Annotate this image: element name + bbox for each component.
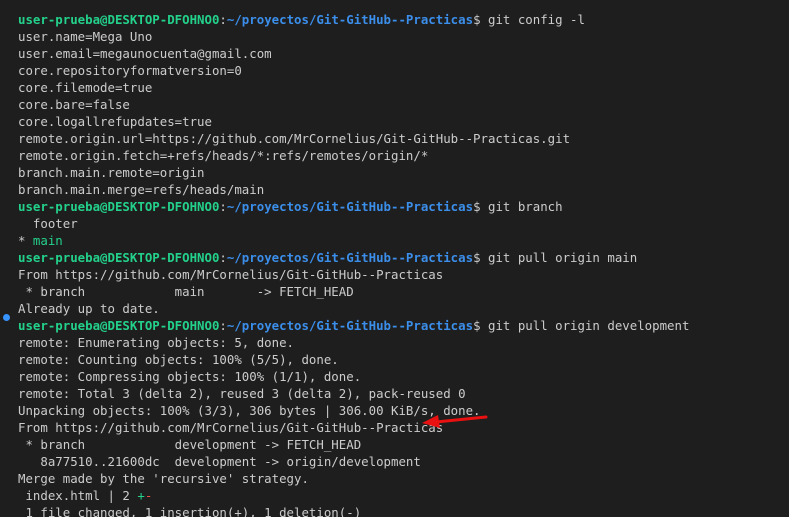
command-text: git pull origin main xyxy=(488,250,638,265)
output-line: footer xyxy=(18,215,789,232)
prompt-user: user-prueba@DESKTOP-DFOHNO0 xyxy=(18,250,220,265)
output-text: From https://github.com/MrCornelius/Git-… xyxy=(18,420,444,435)
output-line: remote: Compressing objects: 100% (1/1),… xyxy=(18,368,789,385)
prompt-line: user-prueba@DESKTOP-DFOHNO0:~/proyectos/… xyxy=(18,317,789,334)
output-text: + xyxy=(137,488,145,503)
output-line: Unpacking objects: 100% (3/3), 306 bytes… xyxy=(18,402,789,419)
output-line: * branch development -> FETCH_HEAD xyxy=(18,436,789,453)
command-decoration-dot-icon[interactable] xyxy=(3,314,10,321)
output-text: Unpacking objects: 100% (3/3), 306 bytes… xyxy=(18,403,481,418)
command-text: git branch xyxy=(488,199,563,214)
prompt-symbol: $ xyxy=(473,318,488,333)
output-text: core.repositoryformatversion=0 xyxy=(18,63,242,78)
output-line: core.logallrefupdates=true xyxy=(18,113,789,130)
output-text: - xyxy=(144,488,153,503)
red-arrow-icon xyxy=(422,415,488,428)
output-text: Already up to date. xyxy=(18,301,160,316)
output-line: core.repositoryformatversion=0 xyxy=(18,62,789,79)
output-line: 8a77510..21600dc development -> origin/d… xyxy=(18,453,789,470)
output-text: user.email=megaunocuenta@gmail.com xyxy=(18,46,272,61)
output-text: branch.main.merge=refs/heads/main xyxy=(18,182,265,197)
output-line: From https://github.com/MrCornelius/Git-… xyxy=(18,266,789,283)
output-line: * branch main -> FETCH_HEAD xyxy=(18,283,789,300)
terminal-window[interactable]: user-prueba@DESKTOP-DFOHNO0:~/proyectos/… xyxy=(0,0,789,517)
output-line: core.filemode=true xyxy=(18,79,789,96)
output-line: user.email=megaunocuenta@gmail.com xyxy=(18,45,789,62)
output-text: main xyxy=(32,233,63,248)
output-text: From https://github.com/MrCornelius/Git-… xyxy=(18,267,444,282)
prompt-separator: : xyxy=(219,250,227,265)
output-line: index.html | 2 +- xyxy=(18,487,789,504)
prompt-user: user-prueba@DESKTOP-DFOHNO0 xyxy=(18,318,220,333)
output-text: 1 file changed, 1 insertion(+), 1 deleti… xyxy=(18,505,362,517)
prompt-symbol: $ xyxy=(473,250,488,265)
output-line: remote.origin.fetch=+refs/heads/*:refs/r… xyxy=(18,147,789,164)
output-text: remote.origin.url=https://github.com/MrC… xyxy=(18,131,571,146)
output-text: 8a77510..21600dc development -> origin/d… xyxy=(18,454,421,469)
output-text: remote: Counting objects: 100% (5/5), do… xyxy=(18,352,339,367)
output-line: * main xyxy=(18,232,789,249)
terminal-output: user-prueba@DESKTOP-DFOHNO0:~/proyectos/… xyxy=(18,0,789,517)
prompt-line: user-prueba@DESKTOP-DFOHNO0:~/proyectos/… xyxy=(18,249,789,266)
prompt-path: ~/proyectos/Git-GitHub--Practicas xyxy=(226,199,474,214)
output-text: * branch development -> FETCH_HEAD xyxy=(18,437,362,452)
output-line: user.name=Mega Uno xyxy=(18,28,789,45)
output-line: branch.main.merge=refs/heads/main xyxy=(18,181,789,198)
prompt-symbol: $ xyxy=(473,199,488,214)
output-line: 1 file changed, 1 insertion(+), 1 deleti… xyxy=(18,504,789,517)
output-text: core.filemode=true xyxy=(18,80,153,95)
output-line: branch.main.remote=origin xyxy=(18,164,789,181)
output-text: core.logallrefupdates=true xyxy=(18,114,212,129)
prompt-separator: : xyxy=(219,12,227,27)
output-line: remote: Total 3 (delta 2), reused 3 (del… xyxy=(18,385,789,402)
output-text: Merge made by the 'recursive' strategy. xyxy=(18,471,309,486)
prompt-separator: : xyxy=(219,199,227,214)
command-text: git pull origin development xyxy=(488,318,690,333)
prompt-line: user-prueba@DESKTOP-DFOHNO0:~/proyectos/… xyxy=(18,11,789,28)
prompt-path: ~/proyectos/Git-GitHub--Practicas xyxy=(226,12,474,27)
output-line: remote.origin.url=https://github.com/MrC… xyxy=(18,130,789,147)
output-text: * xyxy=(18,233,33,248)
output-text: * branch main -> FETCH_HEAD xyxy=(18,284,354,299)
output-text: remote: Enumerating objects: 5, done. xyxy=(18,335,295,350)
output-text: index.html | 2 xyxy=(18,488,138,503)
command-text: git config -l xyxy=(488,12,585,27)
output-line: core.bare=false xyxy=(18,96,789,113)
output-text: user.name=Mega Uno xyxy=(18,29,153,44)
output-text: remote: Total 3 (delta 2), reused 3 (del… xyxy=(18,386,466,401)
prompt-symbol: $ xyxy=(473,12,488,27)
output-text: branch.main.remote=origin xyxy=(18,165,205,180)
prompt-user: user-prueba@DESKTOP-DFOHNO0 xyxy=(18,12,220,27)
prompt-user: user-prueba@DESKTOP-DFOHNO0 xyxy=(18,199,220,214)
prompt-path: ~/proyectos/Git-GitHub--Practicas xyxy=(226,318,474,333)
output-line: From https://github.com/MrCornelius/Git-… xyxy=(18,419,789,436)
output-line: Already up to date. xyxy=(18,300,789,317)
output-line: remote: Enumerating objects: 5, done. xyxy=(18,334,789,351)
prompt-path: ~/proyectos/Git-GitHub--Practicas xyxy=(226,250,474,265)
prompt-line: user-prueba@DESKTOP-DFOHNO0:~/proyectos/… xyxy=(18,198,789,215)
output-line: Merge made by the 'recursive' strategy. xyxy=(18,470,789,487)
output-text: remote.origin.fetch=+refs/heads/*:refs/r… xyxy=(18,148,429,163)
output-text: footer xyxy=(18,216,78,231)
prompt-separator: : xyxy=(219,318,227,333)
output-text: remote: Compressing objects: 100% (1/1),… xyxy=(18,369,362,384)
output-line: remote: Counting objects: 100% (5/5), do… xyxy=(18,351,789,368)
output-text: core.bare=false xyxy=(18,97,130,112)
